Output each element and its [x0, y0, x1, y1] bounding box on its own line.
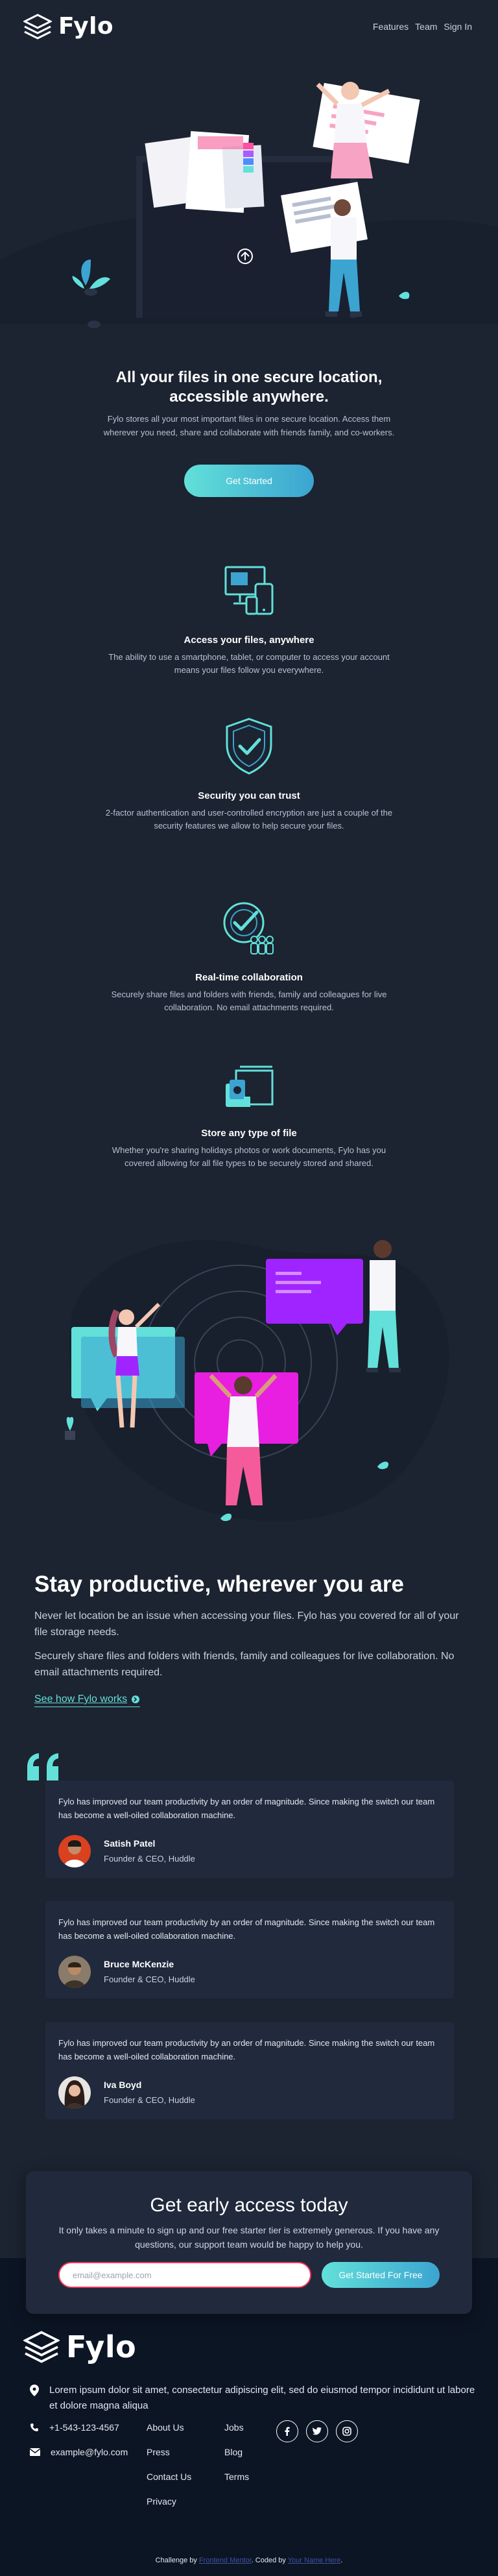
collaboration-icon	[223, 902, 274, 954]
arrow-circle-icon	[132, 1695, 140, 1703]
get-started-free-button[interactable]: Get Started For Free	[322, 2262, 440, 2288]
footer-link-terms[interactable]: Terms	[224, 2472, 249, 2496]
site-header: Fylo Features Team Sign In	[0, 0, 498, 52]
attribution-suffix: .	[340, 2557, 343, 2564]
twitter-icon[interactable]	[306, 2420, 328, 2442]
instagram-icon[interactable]	[336, 2420, 358, 2442]
attribution: Challenge by Frontend Mentor. Coded by Y…	[0, 2557, 498, 2564]
see-how-link[interactable]: See how Fylo works	[34, 1694, 141, 1707]
hero-title: All your files in one secure location, a…	[115, 369, 383, 406]
feature-title: Access your files, anywhere	[184, 635, 314, 646]
testimonial-text: Fylo has improved our team productivity …	[58, 1797, 435, 1820]
testimonial-text: Fylo has improved our team productivity …	[58, 1917, 435, 1941]
feature-title: Real-time collaboration	[195, 972, 303, 983]
testimonial-role: Founder & CEO, Huddle	[104, 1854, 195, 1864]
footer-link-privacy[interactable]: Privacy	[147, 2496, 191, 2521]
footer-link-press[interactable]: Press	[147, 2447, 191, 2472]
plant-left-icon	[72, 260, 110, 296]
phone-icon	[30, 2424, 38, 2431]
productive-title: Stay productive, wherever you are	[34, 1572, 404, 1597]
footer-phone-text: +1-543-123-4567	[49, 2422, 119, 2433]
attribution-link-author[interactable]: Your Name Here	[288, 2557, 341, 2564]
footer-link-blog[interactable]: Blog	[224, 2447, 249, 2472]
shield-check-icon	[226, 718, 272, 775]
productive-paragraph-1: Never let location be an issue when acce…	[34, 1610, 459, 1638]
feature-title: Security you can trust	[198, 790, 300, 801]
email-input[interactable]	[58, 2262, 311, 2288]
devices-icon	[224, 566, 274, 615]
footer-address: Lorem ipsum dolor sit amet, consectetur …	[30, 2383, 477, 2414]
early-access-card: Get early access today It only takes a m…	[26, 2171, 472, 2314]
feature-security: Security you can trust 2-factor authenti…	[100, 714, 398, 832]
see-how-label: See how Fylo works	[34, 1694, 128, 1705]
footer-links-col-2: Jobs Blog Terms	[224, 2422, 249, 2496]
footer-link-contact-us[interactable]: Contact Us	[147, 2472, 191, 2496]
hero-text: Fylo stores all your most important file…	[103, 414, 395, 437]
feature-text: 2-factor authentication and user-control…	[105, 808, 393, 831]
feature-collaboration: Real-time collaboration Securely share f…	[100, 895, 398, 1014]
early-access-title: Get early access today	[150, 2194, 348, 2216]
footer-logo[interactable]: Fylo	[23, 2329, 136, 2364]
testimonial-card: Fylo has improved our team productivity …	[45, 1901, 454, 1999]
nav-team[interactable]: Team	[415, 21, 437, 32]
testimonial-name: Iva Boyd	[104, 2080, 142, 2090]
folder-files-icon	[226, 1065, 274, 1107]
quote-icon	[27, 1753, 58, 1780]
feature-text: The ability to use a smartphone, tablet,…	[108, 652, 390, 675]
facebook-icon[interactable]	[276, 2420, 298, 2442]
get-started-button[interactable]: Get Started	[184, 465, 314, 497]
location-pin-icon	[30, 2385, 39, 2396]
testimonial-name: Bruce McKenzie	[104, 1959, 174, 1969]
productive-paragraph-2: Securely share files and folders with fr…	[34, 1651, 455, 1678]
testimonial-role: Founder & CEO, Huddle	[104, 1975, 195, 1984]
testimonial-role: Founder & CEO, Huddle	[104, 2095, 195, 2105]
footer-brand-name: Fylo	[66, 2329, 137, 2364]
feature-text: Securely share files and folders with fr…	[111, 990, 387, 1012]
feature-access: Access your files, anywhere The ability …	[100, 558, 398, 677]
hero-illustration	[72, 82, 420, 328]
page: Fylo Features Team Sign In All your file…	[0, 0, 498, 2576]
footer-address-text: Lorem ipsum dolor sit amet, consectetur …	[49, 2385, 475, 2411]
feature-text: Whether you're sharing holidays photos o…	[112, 1145, 386, 1168]
testimonial-card: Fylo has improved our team productivity …	[45, 2022, 454, 2119]
testimonial-name: Satish Patel	[104, 1838, 156, 1849]
logo[interactable]: Fylo	[23, 13, 113, 40]
attribution-link-frontend-mentor[interactable]: Frontend Mentor	[199, 2557, 252, 2564]
feature-title: Store any type of file	[201, 1128, 297, 1139]
early-access-text: It only takes a minute to sign up and ou…	[58, 2225, 440, 2250]
fylo-logo-icon	[23, 2331, 60, 2363]
nav-features[interactable]: Features	[373, 21, 409, 32]
footer-link-jobs[interactable]: Jobs	[224, 2422, 249, 2447]
attribution-mid: . Coded by	[251, 2557, 286, 2564]
avatar	[58, 2076, 91, 2109]
attribution-prefix: Challenge by	[155, 2557, 197, 2564]
productive-illustration	[65, 1240, 449, 1522]
avatar	[58, 1835, 91, 1867]
nav-sign-in[interactable]: Sign In	[444, 21, 472, 32]
email-icon	[30, 2448, 40, 2456]
footer-email[interactable]: example@fylo.com	[30, 2447, 128, 2457]
feature-file-types: Store any type of file Whether you're sh…	[100, 1058, 398, 1170]
testimonial-card: Fylo has improved our team productivity …	[45, 1780, 454, 1878]
plant-icon	[65, 1416, 75, 1440]
main-nav: Features Team Sign In	[373, 21, 472, 32]
footer-link-about-us[interactable]: About Us	[147, 2422, 191, 2447]
fylo-logo-icon	[23, 13, 52, 40]
footer-phone[interactable]: +1-543-123-4567	[30, 2422, 119, 2433]
avatar	[58, 1956, 91, 1988]
testimonial-text: Fylo has improved our team productivity …	[58, 2038, 435, 2061]
footer-links-col-1: About Us Press Contact Us Privacy	[147, 2422, 191, 2521]
brand-name: Fylo	[58, 13, 114, 40]
footer-email-text: example@fylo.com	[51, 2447, 128, 2457]
